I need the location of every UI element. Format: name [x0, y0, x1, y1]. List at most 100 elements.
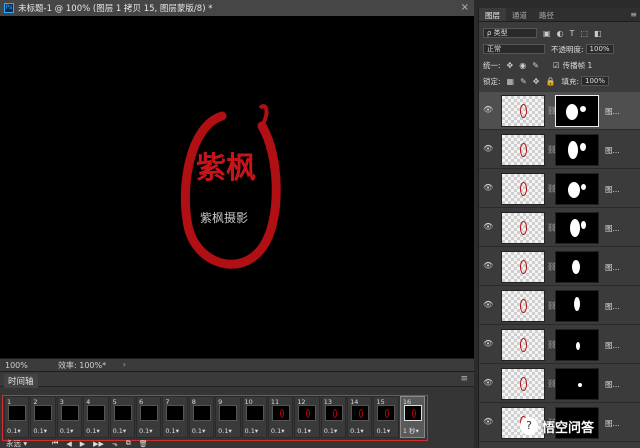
document-canvas[interactable]: 紫枫 紫枫摄影 [0, 16, 474, 358]
layer-name[interactable]: 图... [605, 301, 620, 312]
layer-mask-thumbnail[interactable] [555, 95, 599, 127]
timeline-frame[interactable]: 1 0.1▾ [4, 396, 30, 438]
layer-mask-thumbnail[interactable] [555, 290, 599, 322]
propagate-checkbox[interactable]: ☑ [553, 61, 560, 70]
play-button[interactable]: ▶ [80, 440, 85, 448]
visibility-eye-icon[interactable]: 👁 [483, 144, 493, 153]
layer-mask-thumbnail[interactable] [555, 251, 599, 283]
visibility-eye-icon[interactable]: 👁 [483, 417, 493, 426]
timeline-frame[interactable]: 12 0.1▾ [294, 396, 320, 438]
smart-filter-icon[interactable]: ◧ [594, 29, 602, 38]
zoom-level[interactable]: 100% [0, 361, 40, 370]
unify-visibility-icon[interactable]: ◉ [519, 61, 526, 70]
frame-delay[interactable]: 0.1▾ [376, 427, 390, 435]
layer-name[interactable]: 图... [605, 262, 620, 273]
document-tab[interactable]: Ps 未标题-1 @ 100% (图层 1 拷贝 15, 图层蒙版/8) * × [0, 0, 474, 16]
layer-thumbnail[interactable] [501, 212, 545, 244]
first-frame-button[interactable]: ⏮ [52, 439, 58, 448]
layer-mask-thumbnail[interactable] [555, 212, 599, 244]
tab-timeline[interactable]: 时间轴 [4, 374, 38, 388]
layer-row[interactable]: 👁 ⛓ 图... [479, 248, 640, 286]
tab-layers[interactable]: 图层 [479, 8, 506, 21]
lock-position-icon[interactable]: ✥ [533, 77, 540, 86]
tween-button[interactable]: ⬎ [112, 440, 118, 448]
lock-all-icon[interactable]: 🔒 [546, 77, 556, 86]
duplicate-frame-button[interactable]: ⧉ [126, 439, 131, 448]
visibility-eye-icon[interactable]: 👁 [483, 222, 493, 231]
layer-row[interactable]: 👁 ⛓ 图... [479, 92, 640, 130]
visibility-eye-icon[interactable]: 👁 [483, 105, 493, 114]
layer-thumbnail[interactable] [501, 329, 545, 361]
layer-row[interactable]: 👁 ⛓ 图... [479, 170, 640, 208]
layer-row[interactable]: 👁 ⛓ 图... [479, 326, 640, 364]
opacity-input[interactable]: 100% [585, 44, 614, 54]
frame-delay[interactable]: 0.1▾ [271, 427, 285, 435]
layer-thumbnail[interactable] [501, 134, 545, 166]
layer-thumbnail[interactable] [501, 368, 545, 400]
adjustment-filter-icon[interactable]: ◐ [557, 29, 564, 38]
layer-name[interactable]: 图... [605, 340, 620, 351]
frame-delay[interactable]: 0.1▾ [245, 427, 259, 435]
timeline-frame[interactable]: 11 0.1▾ [267, 396, 294, 438]
layer-thumbnail[interactable] [501, 173, 545, 205]
timeline-frame[interactable]: 2 0.1▾ [30, 396, 56, 438]
pixel-filter-icon[interactable]: ▣ [543, 29, 551, 38]
layer-mask-thumbnail[interactable] [555, 173, 599, 205]
timeline-frame[interactable]: 5 0.1▾ [109, 396, 135, 438]
loop-select[interactable]: 永远 ▾ [6, 438, 44, 448]
layer-mask-thumbnail[interactable] [555, 329, 599, 361]
frame-delay[interactable]: 0.1▾ [192, 427, 206, 435]
frame-delay[interactable]: 0.1▾ [350, 427, 364, 435]
layer-name[interactable]: 图... [605, 184, 620, 195]
visibility-eye-icon[interactable]: 👁 [483, 183, 493, 192]
frame-delay[interactable]: 0.1▾ [324, 427, 338, 435]
timeline-frame[interactable]: 15 0.1▾ [373, 396, 399, 438]
layer-thumbnail[interactable] [501, 95, 545, 127]
layer-name[interactable]: 图... [605, 223, 620, 234]
layer-name[interactable]: 图... [605, 379, 620, 390]
timeline-frame[interactable]: 16 1 秒▾ [399, 396, 426, 438]
timeline-frame[interactable]: 4 0.1▾ [83, 396, 109, 438]
status-arrow-icon[interactable]: › [123, 360, 126, 369]
frame-delay[interactable]: 0.1▾ [60, 427, 74, 435]
timeline-frame[interactable]: 13 0.1▾ [320, 396, 347, 438]
frame-delay[interactable]: 0.1▾ [86, 427, 100, 435]
blend-mode-select[interactable]: 正常 [483, 44, 545, 54]
close-icon[interactable]: × [461, 2, 469, 13]
frame-delay[interactable]: 0.1▾ [7, 427, 21, 435]
frame-delay[interactable]: 0.1▾ [165, 427, 179, 435]
timeline-frame[interactable]: 8 0.1▾ [188, 396, 215, 438]
timeline-frame[interactable]: 3 0.1▾ [56, 396, 83, 438]
lock-pixels-icon[interactable]: ✎ [520, 77, 527, 86]
frame-delay[interactable]: 0.1▾ [218, 427, 232, 435]
tab-paths[interactable]: 路径 [533, 8, 560, 21]
layer-row[interactable]: 👁 ⛓ 图... [479, 287, 640, 325]
timeline-frame[interactable]: 14 0.1▾ [347, 396, 373, 438]
unify-position-icon[interactable]: ✥ [507, 61, 514, 70]
timeline-frame[interactable]: 6 0.1▾ [135, 396, 162, 438]
type-filter-icon[interactable]: T [570, 29, 575, 38]
next-frame-button[interactable]: ▶▶ [93, 440, 104, 448]
layer-thumbnail[interactable] [501, 290, 545, 322]
tab-channels[interactable]: 通道 [506, 8, 533, 21]
unify-style-icon[interactable]: ✎ [532, 61, 539, 70]
layer-row[interactable]: 👁 ⛓ 图... [479, 131, 640, 169]
panel-menu-icon[interactable]: ≡ [630, 10, 637, 19]
layer-thumbnail[interactable] [501, 251, 545, 283]
frame-delay[interactable]: 0.1▾ [113, 427, 127, 435]
visibility-eye-icon[interactable]: 👁 [483, 261, 493, 270]
layer-row[interactable]: 👁 ⛓ 图... [479, 365, 640, 403]
layer-row[interactable]: 👁 ⛓ 图... [479, 209, 640, 247]
layer-name[interactable]: 图... [605, 145, 620, 156]
layer-mask-thumbnail[interactable] [555, 134, 599, 166]
visibility-eye-icon[interactable]: 👁 [483, 339, 493, 348]
timeline-menu-icon[interactable]: ≡ [460, 374, 468, 384]
timeline-frame[interactable]: 10 0.1▾ [241, 396, 267, 438]
visibility-eye-icon[interactable]: 👁 [483, 300, 493, 309]
filter-kind-select[interactable]: ρ 类型 [483, 28, 537, 38]
frame-delay[interactable]: 0.1▾ [297, 427, 311, 435]
lock-transparency-icon[interactable]: ▦ [507, 77, 515, 86]
shape-filter-icon[interactable]: ⬚ [580, 29, 588, 38]
frame-delay[interactable]: 0.1▾ [139, 427, 153, 435]
delete-frame-button[interactable]: 🗑 [139, 440, 148, 448]
